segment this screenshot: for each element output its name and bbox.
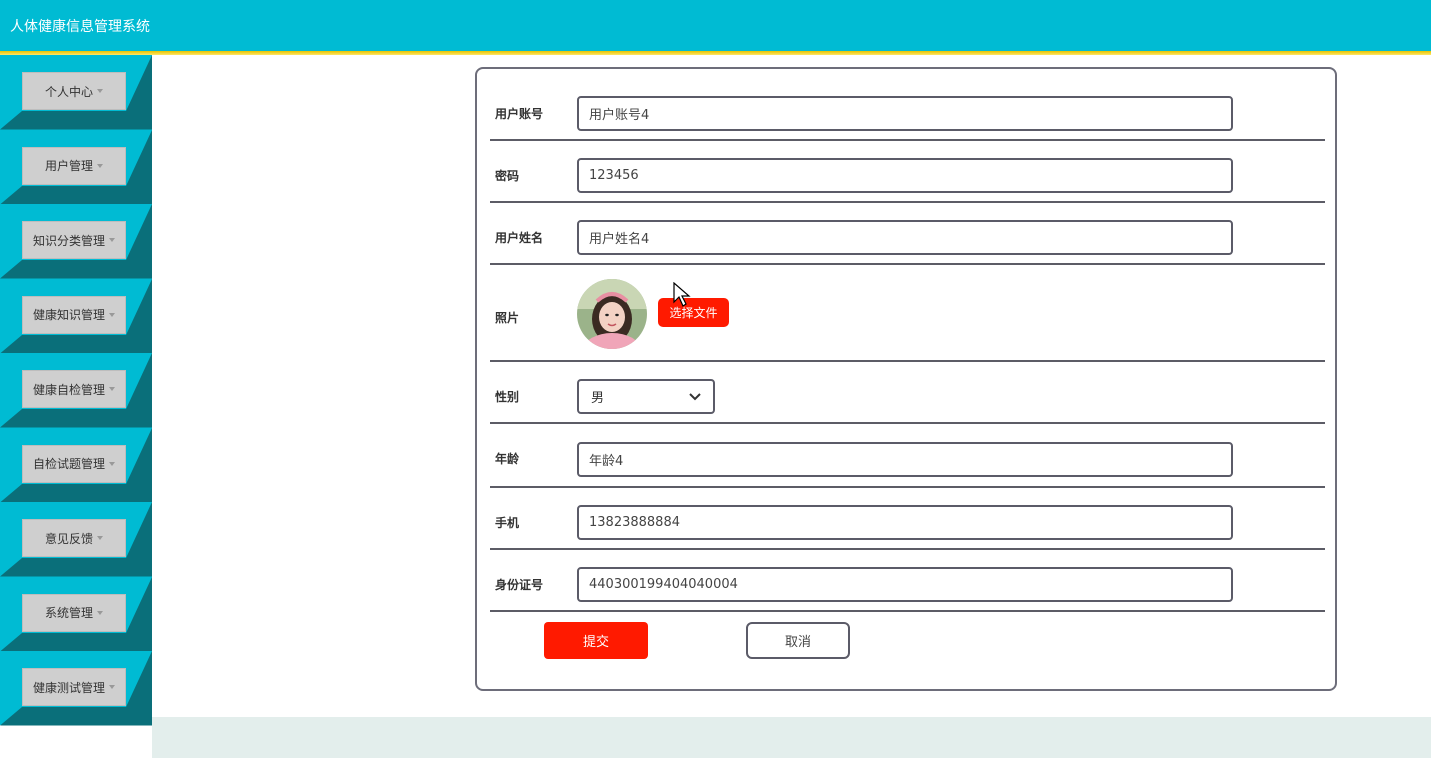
form-row-name: 用户姓名 用户姓名4 xyxy=(490,203,1325,265)
sidebar-item-label: 用户管理 xyxy=(44,159,93,173)
sidebar-item-label: 个人中心 xyxy=(44,84,93,99)
caret-down-icon xyxy=(97,610,103,615)
sidebar-item-label: 系统管理 xyxy=(44,606,93,620)
gender-label: 性别 xyxy=(495,390,520,404)
header-accent-line xyxy=(0,51,1431,55)
photo-label: 照片 xyxy=(495,311,520,325)
sidebar-item-personal-center[interactable]: 个人中心 xyxy=(0,55,152,130)
caret-down-icon xyxy=(97,536,103,540)
caret-down-icon xyxy=(109,312,115,317)
sidebar-button[interactable]: 意见反馈 xyxy=(22,519,126,557)
choose-file-button[interactable]: 选择文件 xyxy=(658,298,729,327)
avatar-image xyxy=(577,279,647,349)
sidebar: 个人中心 用户管理 知识分类管理 健康知识管理 健康自检管理 自检试题管理 意见… xyxy=(0,55,152,726)
idcard-input[interactable]: 440300199404040004 xyxy=(577,567,1233,602)
phone-input[interactable]: 13823888884 xyxy=(577,505,1233,540)
password-label: 密码 xyxy=(495,169,520,183)
sidebar-button[interactable]: 健康自检管理 xyxy=(22,370,126,408)
sidebar-item-system-management[interactable]: 系统管理 xyxy=(0,576,152,651)
form-row-gender: 性别 男 xyxy=(490,362,1325,424)
cancel-button[interactable]: 取消 xyxy=(746,622,850,659)
sidebar-item-feedback[interactable]: 意见反馈 xyxy=(0,502,152,577)
form-row-idcard: 身份证号 440300199404040004 xyxy=(490,550,1325,612)
sidebar-item-health-knowledge[interactable]: 健康知识管理 xyxy=(0,278,152,353)
caret-down-icon xyxy=(109,238,115,242)
sidebar-button[interactable]: 个人中心 xyxy=(22,72,126,110)
form-row-photo: 照片 选择文件 xyxy=(490,265,1325,362)
name-input[interactable]: 用户姓名4 xyxy=(577,220,1233,255)
user-edit-form: 用户账号 用户账号4 密码 123456 用户姓名 用户姓名4 照片 选择文件 xyxy=(475,67,1337,691)
app-title: 人体健康信息管理系统 xyxy=(10,19,150,35)
footer-band xyxy=(152,717,1431,758)
sidebar-button[interactable]: 系统管理 xyxy=(22,593,126,632)
form-row-password: 密码 123456 xyxy=(490,141,1325,203)
mouse-cursor-icon xyxy=(673,282,691,307)
form-row-account: 用户账号 用户账号4 xyxy=(490,79,1325,141)
age-label: 年龄 xyxy=(495,452,520,466)
caret-down-icon xyxy=(97,163,103,168)
sidebar-item-user-management[interactable]: 用户管理 xyxy=(0,129,152,204)
caret-down-icon xyxy=(109,387,115,391)
account-label: 用户账号 xyxy=(495,107,544,121)
form-row-age: 年龄 年龄4 xyxy=(490,424,1325,488)
chevron-down-icon xyxy=(689,392,701,400)
sidebar-button[interactable]: 用户管理 xyxy=(22,146,126,185)
phone-label: 手机 xyxy=(495,516,520,530)
avatar xyxy=(577,279,647,349)
form-row-phone: 手机 13823888884 xyxy=(490,488,1325,550)
name-label: 用户姓名 xyxy=(495,231,544,245)
gender-value: 男 xyxy=(591,391,605,406)
sidebar-item-label: 健康测试管理 xyxy=(32,680,105,695)
sidebar-item-label: 健康自检管理 xyxy=(32,382,105,397)
sidebar-item-label: 健康知识管理 xyxy=(32,308,105,322)
caret-down-icon xyxy=(109,685,115,689)
password-input[interactable]: 123456 xyxy=(577,158,1233,193)
sidebar-item-health-selfcheck[interactable]: 健康自检管理 xyxy=(0,353,152,428)
idcard-label: 身份证号 xyxy=(495,578,544,592)
submit-button[interactable]: 提交 xyxy=(544,622,648,659)
caret-down-icon xyxy=(109,461,115,466)
account-input[interactable]: 用户账号4 xyxy=(577,96,1233,131)
sidebar-button[interactable]: 自检试题管理 xyxy=(22,444,126,483)
sidebar-button[interactable]: 健康知识管理 xyxy=(22,295,126,334)
sidebar-button[interactable]: 健康测试管理 xyxy=(22,668,126,706)
top-header: 人体健康信息管理系统 xyxy=(0,0,1431,51)
sidebar-item-label: 自检试题管理 xyxy=(32,457,105,471)
caret-down-icon xyxy=(97,89,103,93)
sidebar-item-label: 知识分类管理 xyxy=(32,233,105,248)
sidebar-item-health-test[interactable]: 健康测试管理 xyxy=(0,651,152,726)
age-input[interactable]: 年龄4 xyxy=(577,442,1233,477)
gender-select[interactable]: 男 xyxy=(577,379,715,414)
sidebar-button[interactable]: 知识分类管理 xyxy=(22,221,126,259)
sidebar-item-selfcheck-questions[interactable]: 自检试题管理 xyxy=(0,427,152,502)
sidebar-item-knowledge-category[interactable]: 知识分类管理 xyxy=(0,204,152,279)
sidebar-item-label: 意见反馈 xyxy=(44,531,93,546)
